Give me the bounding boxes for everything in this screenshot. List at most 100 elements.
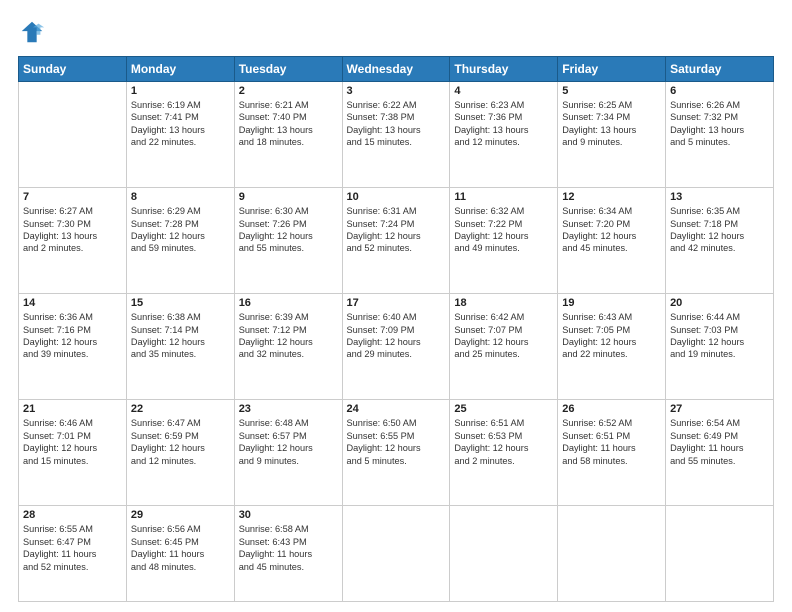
cell-info: Sunset: 7:14 PM xyxy=(131,324,230,336)
cell-info: and 29 minutes. xyxy=(347,348,446,360)
cell-info: and 25 minutes. xyxy=(454,348,553,360)
cell-info: Sunset: 7:36 PM xyxy=(454,111,553,123)
calendar-cell: 9Sunrise: 6:30 AMSunset: 7:26 PMDaylight… xyxy=(234,188,342,294)
cell-info: Sunrise: 6:54 AM xyxy=(670,417,769,429)
calendar-cell: 26 Sunrise: 6:52 AMSunset: 6:51 PMDayligh… xyxy=(558,400,666,506)
calendar-cell: 20Sunrise: 6:44 AMSunset: 7:03 PMDayligh… xyxy=(666,294,774,400)
cell-info: Daylight: 12 hours xyxy=(454,442,553,454)
cell-info: Sunrise: 6:34 AM xyxy=(562,205,661,217)
cell-info: and 2 minutes. xyxy=(454,455,553,467)
calendar-cell: 25Sunrise: 6:51 AMSunset: 6:53 PMDayligh… xyxy=(450,400,558,506)
day-number: 29 xyxy=(131,509,230,521)
cell-info: Daylight: 12 hours xyxy=(562,230,661,242)
cell-info: Sunset: 7:18 PM xyxy=(670,218,769,230)
cell-info: and 49 minutes. xyxy=(454,242,553,254)
cell-info: Sunset: 7:40 PM xyxy=(239,111,338,123)
cell-info: Daylight: 13 hours xyxy=(131,124,230,136)
cell-info: Sunrise: 6:47 AM xyxy=(131,417,230,429)
day-number: 10 xyxy=(347,191,446,203)
cell-info: and 52 minutes. xyxy=(347,242,446,254)
page: SundayMondayTuesdayWednesdayThursdayFrid… xyxy=(0,0,792,612)
calendar-cell: 7Sunrise: 6:27 AMSunset: 7:30 PMDaylight… xyxy=(19,188,127,294)
calendar-cell: 23Sunrise: 6:48 AMSunset: 6:57 PMDayligh… xyxy=(234,400,342,506)
cell-info: and 55 minutes. xyxy=(239,242,338,254)
day-number: 19 xyxy=(562,297,661,309)
day-number: 22 xyxy=(131,403,230,415)
cell-info: Sunset: 7:05 PM xyxy=(562,324,661,336)
cell-info: Sunset: 7:12 PM xyxy=(239,324,338,336)
cell-info: Sunset: 7:01 PM xyxy=(23,430,122,442)
calendar-cell: 27Sunrise: 6:54 AMSunset: 6:49 PMDayligh… xyxy=(666,400,774,506)
cell-info: Daylight: 13 hours xyxy=(347,124,446,136)
cell-info: Sunset: 7:26 PM xyxy=(239,218,338,230)
cell-info: Daylight: 13 hours xyxy=(670,124,769,136)
cell-info: Daylight: 12 hours xyxy=(454,336,553,348)
header xyxy=(18,18,774,46)
day-number: 26 xyxy=(562,403,661,415)
cell-info: Sunrise: 6:52 AM xyxy=(562,417,661,429)
cell-info: Daylight: 13 hours xyxy=(23,230,122,242)
day-number: 8 xyxy=(131,191,230,203)
week-row-4: 21Sunrise: 6:46 AMSunset: 7:01 PMDayligh… xyxy=(19,400,774,506)
day-number: 7 xyxy=(23,191,122,203)
cell-info: Daylight: 11 hours xyxy=(239,548,338,560)
cell-info: Sunset: 7:41 PM xyxy=(131,111,230,123)
calendar-cell: 14Sunrise: 6:36 AMSunset: 7:16 PMDayligh… xyxy=(19,294,127,400)
calendar-cell xyxy=(666,506,774,602)
cell-info: Sunrise: 6:27 AM xyxy=(23,205,122,217)
cell-info: and 19 minutes. xyxy=(670,348,769,360)
logo-icon xyxy=(18,18,46,46)
weekday-monday: Monday xyxy=(126,57,234,82)
calendar-cell: 15Sunrise: 6:38 AMSunset: 7:14 PMDayligh… xyxy=(126,294,234,400)
cell-info: Sunrise: 6:44 AM xyxy=(670,311,769,323)
cell-info: Sunrise: 6:31 AM xyxy=(347,205,446,217)
cell-info: Sunset: 7:03 PM xyxy=(670,324,769,336)
calendar-cell: 11Sunrise: 6:32 AMSunset: 7:22 PMDayligh… xyxy=(450,188,558,294)
day-number: 5 xyxy=(562,85,661,97)
day-number: 14 xyxy=(23,297,122,309)
cell-info: Sunrise: 6:50 AM xyxy=(347,417,446,429)
cell-info: and 32 minutes. xyxy=(239,348,338,360)
cell-info: Sunrise: 6:58 AM xyxy=(239,523,338,535)
week-row-1: 1Sunrise: 6:19 AMSunset: 7:41 PMDaylight… xyxy=(19,82,774,188)
cell-info: Daylight: 12 hours xyxy=(23,442,122,454)
cell-info: Sunrise: 6:55 AM xyxy=(23,523,122,535)
day-number: 21 xyxy=(23,403,122,415)
cell-info: Sunset: 6:51 PM xyxy=(562,430,661,442)
cell-info: Daylight: 12 hours xyxy=(347,336,446,348)
cell-info: Sunrise: 6:19 AM xyxy=(131,99,230,111)
cell-info: Daylight: 11 hours xyxy=(23,548,122,560)
cell-info: and 48 minutes. xyxy=(131,561,230,573)
cell-info: Daylight: 12 hours xyxy=(562,336,661,348)
calendar-cell: 30Sunrise: 6:58 AMSunset: 6:43 PMDayligh… xyxy=(234,506,342,602)
cell-info: Sunset: 7:07 PM xyxy=(454,324,553,336)
cell-info: Daylight: 12 hours xyxy=(239,442,338,454)
cell-info: Daylight: 11 hours xyxy=(670,442,769,454)
cell-info: Sunset: 6:55 PM xyxy=(347,430,446,442)
cell-info: Sunset: 6:59 PM xyxy=(131,430,230,442)
day-number: 6 xyxy=(670,85,769,97)
cell-info: and 45 minutes. xyxy=(562,242,661,254)
calendar-body: 1Sunrise: 6:19 AMSunset: 7:41 PMDaylight… xyxy=(19,82,774,602)
week-row-2: 7Sunrise: 6:27 AMSunset: 7:30 PMDaylight… xyxy=(19,188,774,294)
calendar-cell: 19Sunrise: 6:43 AMSunset: 7:05 PMDayligh… xyxy=(558,294,666,400)
day-number: 2 xyxy=(239,85,338,97)
cell-info: and 15 minutes. xyxy=(347,136,446,148)
day-number: 4 xyxy=(454,85,553,97)
cell-info: Daylight: 13 hours xyxy=(562,124,661,136)
cell-info: Sunset: 7:32 PM xyxy=(670,111,769,123)
cell-info: Daylight: 13 hours xyxy=(239,124,338,136)
calendar-cell: 12Sunrise: 6:34 AMSunset: 7:20 PMDayligh… xyxy=(558,188,666,294)
cell-info: Sunrise: 6:21 AM xyxy=(239,99,338,111)
cell-info: Sunrise: 6:56 AM xyxy=(131,523,230,535)
weekday-wednesday: Wednesday xyxy=(342,57,450,82)
calendar-cell: 28Sunrise: 6:55 AMSunset: 6:47 PMDayligh… xyxy=(19,506,127,602)
day-number: 23 xyxy=(239,403,338,415)
cell-info: Sunset: 6:43 PM xyxy=(239,536,338,548)
cell-info: Sunrise: 6:32 AM xyxy=(454,205,553,217)
cell-info: Daylight: 11 hours xyxy=(562,442,661,454)
cell-info: and 42 minutes. xyxy=(670,242,769,254)
day-number: 11 xyxy=(454,191,553,203)
cell-info: Sunset: 7:20 PM xyxy=(562,218,661,230)
cell-info: Daylight: 12 hours xyxy=(670,336,769,348)
